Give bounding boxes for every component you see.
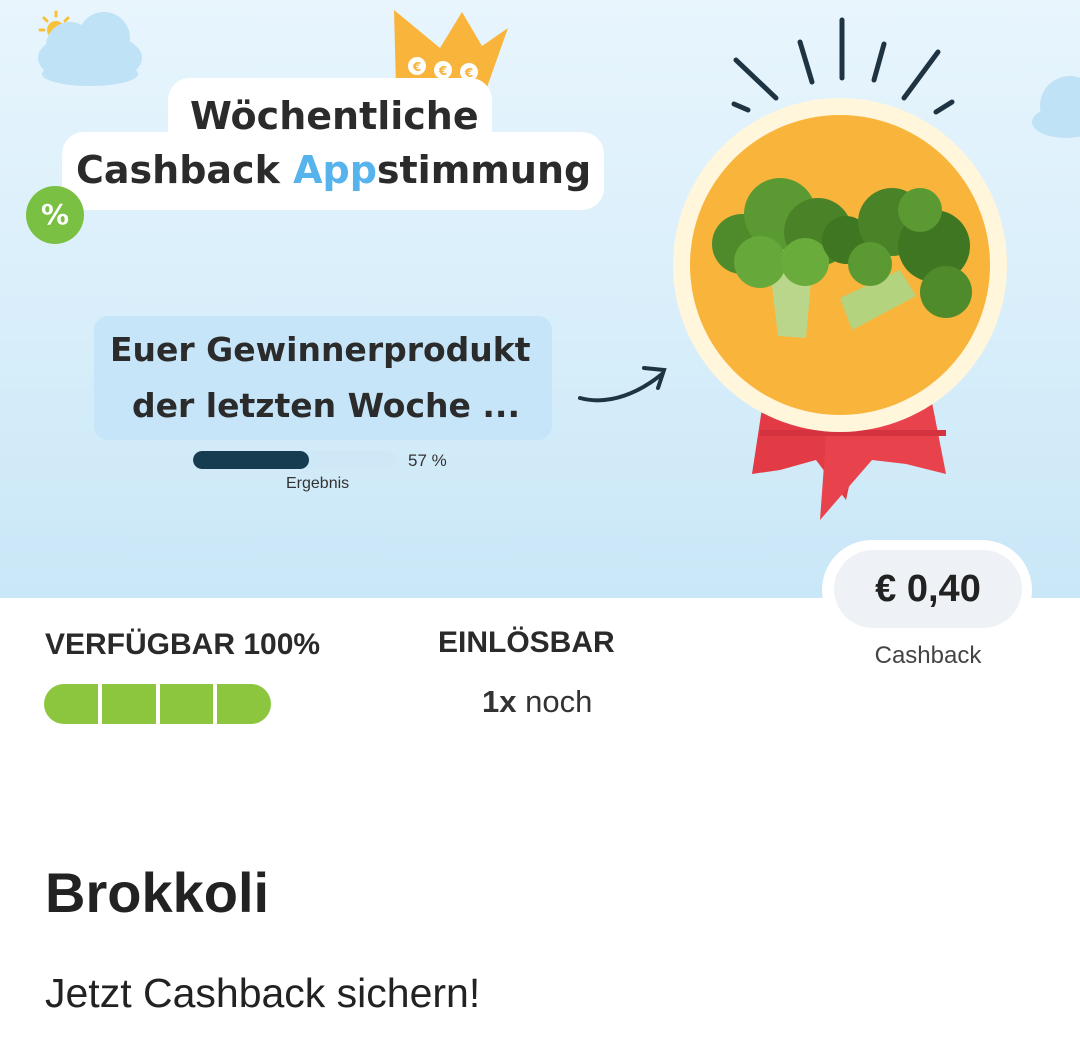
product-subtitle: Jetzt Cashback sichern!: [45, 970, 481, 1016]
redeemable-count: 1x noch: [482, 684, 592, 720]
redeemable-suffix: noch: [516, 684, 593, 719]
result-progress-fill: [193, 451, 309, 469]
winner-line1: Euer Gewinnerprodukt: [110, 330, 531, 369]
banner-illustration: € € €: [38, 10, 1080, 520]
arrow-icon: [578, 366, 667, 403]
availability-bar: [44, 684, 271, 724]
percent-badge-icon: %: [26, 186, 84, 244]
banner-title-line1: Wöchentliche: [190, 94, 479, 138]
banner-title-line2: Cashback Appstimmung: [76, 148, 591, 192]
banner-title-accent: App: [293, 148, 377, 192]
result-label: Ergebnis: [286, 475, 350, 492]
cloud-icon: [1032, 76, 1080, 138]
result-progress-bar: [193, 451, 396, 469]
result-percent: 57 %: [408, 451, 447, 470]
svg-text:€: €: [412, 60, 421, 74]
availability-segment: [97, 684, 156, 724]
price-amount: € 0,40: [834, 550, 1022, 628]
availability-segment: [155, 684, 214, 724]
redeemable-number: 1x: [482, 684, 517, 719]
product-name: Brokkoli: [45, 861, 270, 924]
svg-text:€: €: [438, 64, 447, 78]
promo-banner: € € € Wöchentliche Cashback Appstimmung …: [0, 0, 1080, 598]
redeemable-label: EINLÖSBAR: [438, 626, 615, 659]
price-label: Cashback: [874, 642, 982, 669]
availability-label: VERFÜGBAR 100%: [45, 628, 321, 661]
availability-segment: [44, 684, 98, 724]
banner-title-prefix: Cashback: [76, 148, 294, 192]
winner-line2: der letzten Woche ...: [132, 386, 521, 425]
banner-title-suffix: stimmung: [376, 148, 592, 192]
availability-segment: [213, 684, 271, 724]
